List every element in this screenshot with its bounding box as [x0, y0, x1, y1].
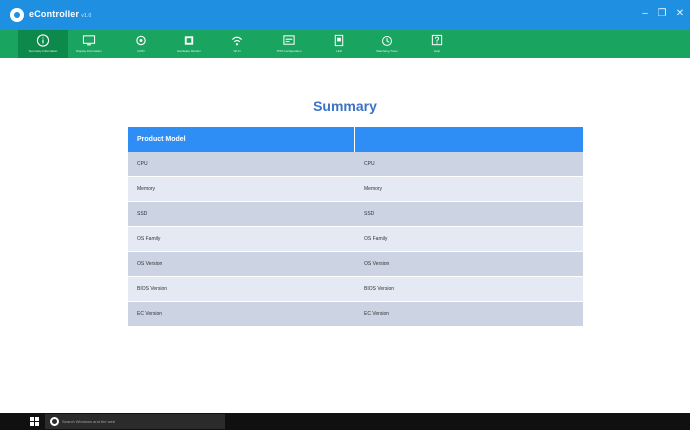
- tab-label: Help: [433, 49, 441, 53]
- help-icon: [431, 34, 443, 46]
- gpio-icon: [136, 35, 146, 46]
- watchdog-icon: [382, 35, 392, 46]
- tab-label: LED: [336, 49, 342, 53]
- row-value: BIOS Version: [364, 286, 395, 292]
- tpm-icon: [283, 35, 295, 45]
- header-cell-product-model: Product Model: [128, 127, 355, 152]
- row-label: EC Version: [137, 311, 163, 317]
- table-row: Memory Memory: [128, 177, 583, 202]
- table-row: EC Version EC Version: [128, 302, 583, 327]
- app-version: v1.0: [81, 13, 92, 19]
- windows-logo-icon[interactable]: [30, 417, 40, 426]
- led-icon: [334, 34, 344, 47]
- maximize-button[interactable]: ❐: [655, 8, 669, 20]
- row-label: Memory: [137, 186, 156, 192]
- minimize-button[interactable]: –: [638, 8, 652, 20]
- tab-label: Wi-Fi: [233, 49, 241, 53]
- tab-watchdog-timer[interactable]: Watchdog Timer: [362, 30, 412, 58]
- tab-led[interactable]: LED: [314, 30, 364, 58]
- table-row: BIOS Version BIOS Version: [128, 277, 583, 302]
- row-value: OS Family: [364, 236, 388, 242]
- row-value: OS Version: [364, 261, 390, 267]
- table-row: OS Version OS Version: [128, 252, 583, 277]
- chip-icon: [184, 36, 194, 45]
- table-header: Product Model: [128, 127, 583, 152]
- row-value: Memory: [364, 186, 383, 192]
- taskbar: Search Windows and the web: [0, 413, 690, 430]
- taskbar-search-input[interactable]: Search Windows and the web: [62, 417, 115, 426]
- close-button[interactable]: ✕: [673, 8, 687, 20]
- monitor-icon: [82, 35, 96, 46]
- tab-label: Hardware Monitor: [177, 49, 201, 53]
- table-row: OS Family OS Family: [128, 227, 583, 252]
- info-icon: [36, 34, 50, 47]
- table-row: SSD SSD: [128, 202, 583, 227]
- cortana-icon[interactable]: [50, 417, 59, 426]
- tab-gpio[interactable]: GPIO: [116, 30, 166, 58]
- row-label: OS Family: [137, 236, 161, 242]
- row-value: EC Version: [364, 311, 390, 317]
- row-label: CPU: [137, 161, 148, 167]
- app-title: eController v1.0: [29, 9, 91, 19]
- app-logo-icon: [10, 8, 24, 22]
- wifi-icon: [231, 36, 243, 46]
- tab-display-information[interactable]: Display Information: [64, 30, 114, 58]
- tab-summary-information[interactable]: Summary Information: [18, 30, 68, 58]
- summary-title: Summary: [313, 98, 377, 114]
- tab-label: Summary Information: [28, 49, 58, 53]
- row-label: BIOS Version: [137, 286, 168, 292]
- row-label: OS Version: [137, 261, 163, 267]
- toolbar: Summary Information Display Information …: [0, 30, 690, 58]
- table-row: CPU CPU: [128, 152, 583, 177]
- tab-label: Display Information: [76, 49, 102, 53]
- tab-help[interactable]: Help: [412, 30, 462, 58]
- tab-hardware-monitor[interactable]: Hardware Monitor: [164, 30, 214, 58]
- tab-wifi[interactable]: Wi-Fi: [212, 30, 262, 58]
- row-value: CPU: [364, 161, 375, 167]
- row-label: SSD: [137, 211, 148, 217]
- row-value: SSD: [364, 211, 375, 217]
- title-bar: eController v1.0 – ❐ ✕: [0, 0, 690, 30]
- app-title-text: eController: [29, 9, 80, 19]
- tab-tpm-configuration[interactable]: TPM Configuration: [264, 30, 314, 58]
- summary-table: Product Model CPU CPU Memory Memory SSD …: [128, 127, 583, 327]
- tab-label: GPIO: [137, 49, 145, 53]
- header-cell-value: [355, 127, 364, 152]
- tab-label: TPM Configuration: [276, 49, 302, 53]
- tab-label: Watchdog Timer: [376, 49, 398, 53]
